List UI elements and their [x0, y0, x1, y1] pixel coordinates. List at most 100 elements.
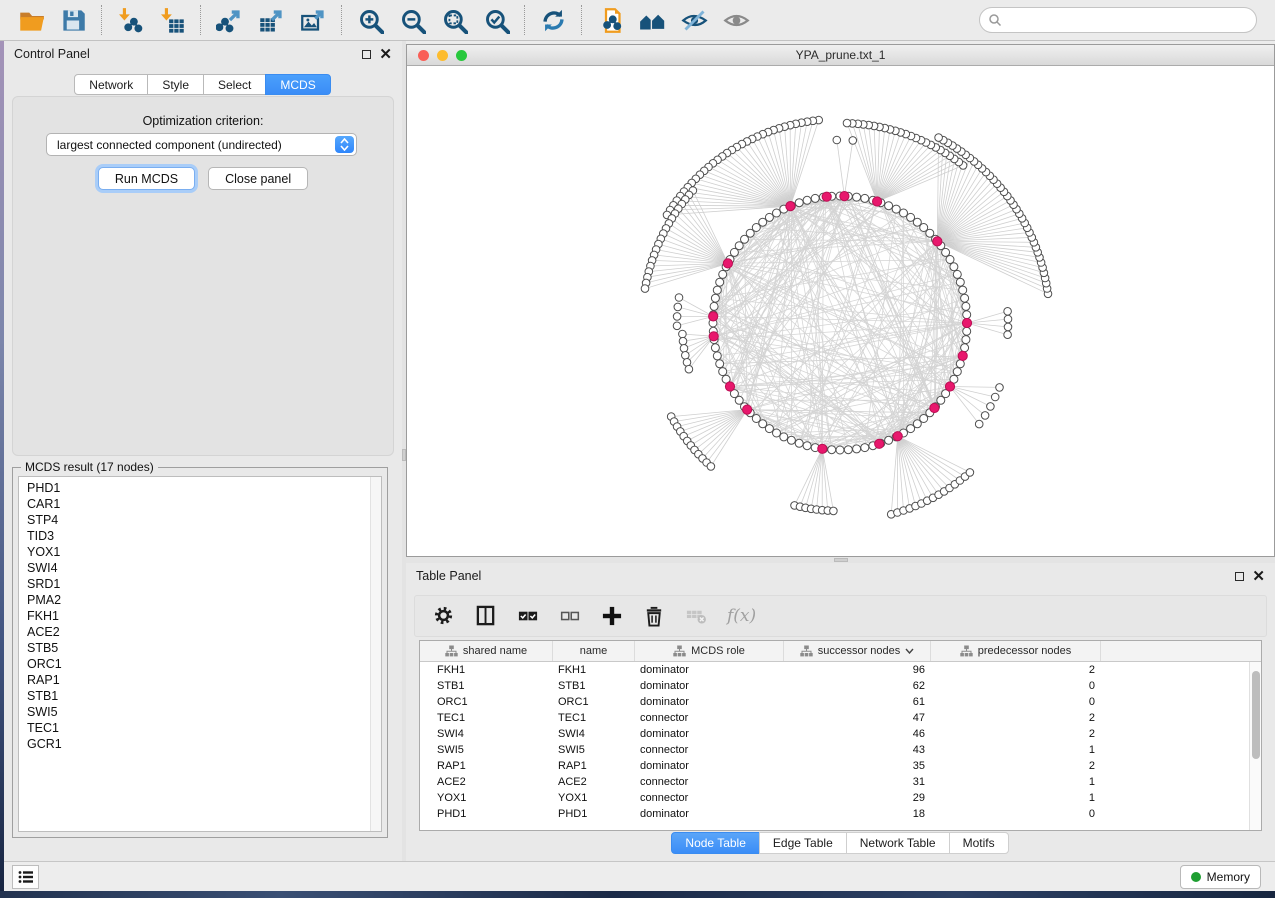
- table-scrollbar-thumb[interactable]: [1252, 671, 1260, 759]
- mcds-node-item[interactable]: GCR1: [19, 736, 381, 752]
- delete-table-icon: [685, 605, 707, 627]
- mcds-node-item[interactable]: YOX1: [19, 544, 381, 560]
- close-panel-button[interactable]: Close panel: [208, 167, 308, 190]
- column-label: successor nodes: [818, 645, 901, 657]
- table-row[interactable]: STB1STB1dominator620: [420, 678, 1261, 694]
- export-image-button[interactable]: [292, 2, 334, 38]
- table-row[interactable]: SWI4SWI4dominator462: [420, 726, 1261, 742]
- run-mcds-button[interactable]: Run MCDS: [98, 167, 195, 190]
- show-columns-icon: [475, 605, 497, 627]
- float-panel-icon[interactable]: [362, 50, 371, 59]
- mcds-node-item[interactable]: STP4: [19, 512, 381, 528]
- network-window-titlebar[interactable]: YPA_prune.txt_1: [407, 45, 1274, 66]
- criterion-select[interactable]: largest connected component (undirected): [46, 133, 357, 156]
- show-all-icon: [723, 7, 750, 34]
- column-header-successor-nodes[interactable]: successor nodes: [784, 641, 931, 661]
- share-document-button[interactable]: [589, 2, 631, 38]
- tab-node-table[interactable]: Node Table: [671, 832, 760, 854]
- task-history-button[interactable]: [12, 865, 39, 889]
- mcds-node-item[interactable]: RAP1: [19, 672, 381, 688]
- mcds-node-item[interactable]: SRD1: [19, 576, 381, 592]
- show-all-button[interactable]: [715, 2, 757, 38]
- table-row[interactable]: ORC1ORC1dominator610: [420, 694, 1261, 710]
- import-table-button[interactable]: [151, 2, 193, 38]
- horizontal-splitter-handle[interactable]: [834, 558, 848, 562]
- column-header-shared-name[interactable]: shared name: [420, 641, 553, 661]
- cell-successor-nodes: 31: [784, 776, 931, 788]
- deselect-all-button[interactable]: [559, 601, 581, 631]
- application-window: Control Panel ✕ NetworkStyleSelectMCDS O…: [0, 0, 1275, 898]
- mcds-node-item[interactable]: FKH1: [19, 608, 381, 624]
- column-header-MCDS-role[interactable]: MCDS role: [635, 641, 784, 661]
- mcds-node-item[interactable]: STB5: [19, 640, 381, 656]
- close-window-icon[interactable]: [418, 50, 429, 61]
- mcds-node-item[interactable]: ORC1: [19, 656, 381, 672]
- close-panel-icon[interactable]: ✕: [379, 47, 392, 62]
- close-table-panel-icon[interactable]: ✕: [1252, 569, 1265, 584]
- float-table-panel-icon[interactable]: [1235, 572, 1244, 581]
- import-network-button[interactable]: [109, 2, 151, 38]
- mcds-list-scrollbar[interactable]: [370, 477, 381, 831]
- toolbar-separator: [524, 5, 525, 35]
- save-session-button[interactable]: [52, 2, 94, 38]
- mcds-node-item[interactable]: TEC1: [19, 720, 381, 736]
- desktop-wallpaper-bottom: [0, 891, 1275, 898]
- cell-name: SWI5: [553, 744, 635, 756]
- zoom-in-button[interactable]: [349, 2, 391, 38]
- show-columns-button[interactable]: [475, 601, 497, 631]
- table-row[interactable]: FKH1FKH1dominator962: [420, 662, 1261, 678]
- table-row[interactable]: SWI5SWI5connector431: [420, 742, 1261, 758]
- search-input[interactable]: [1002, 10, 1256, 30]
- cell-shared-name: TEC1: [420, 712, 553, 724]
- table-row[interactable]: YOX1YOX1connector291: [420, 790, 1261, 806]
- table-row[interactable]: PHD1PHD1dominator180: [420, 806, 1261, 822]
- zoom-out-button[interactable]: [391, 2, 433, 38]
- zoom-selected-button[interactable]: [475, 2, 517, 38]
- column-header-predecessor-nodes[interactable]: predecessor nodes: [931, 641, 1101, 661]
- tab-motifs[interactable]: Motifs: [949, 832, 1009, 854]
- export-table-button[interactable]: [250, 2, 292, 38]
- tab-network[interactable]: Network: [74, 74, 148, 95]
- mcds-node-item[interactable]: ACE2: [19, 624, 381, 640]
- mcds-node-item[interactable]: PHD1: [19, 480, 381, 496]
- table-scrollbar[interactable]: [1249, 662, 1261, 830]
- search-box[interactable]: [979, 7, 1257, 33]
- tab-network-table[interactable]: Network Table: [846, 832, 950, 854]
- node-table[interactable]: shared namename MCDS role successor node…: [419, 640, 1262, 831]
- column-header-name[interactable]: name: [553, 641, 635, 661]
- first-neighbors-button[interactable]: [631, 2, 673, 38]
- mcds-node-item[interactable]: SWI4: [19, 560, 381, 576]
- table-row[interactable]: ACE2ACE2connector311: [420, 774, 1261, 790]
- hide-selected-button[interactable]: [673, 2, 715, 38]
- tab-select[interactable]: Select: [203, 74, 266, 95]
- zoom-out-icon: [399, 7, 426, 34]
- mcds-node-item[interactable]: CAR1: [19, 496, 381, 512]
- mcds-node-item[interactable]: PMA2: [19, 592, 381, 608]
- select-all-button[interactable]: [517, 601, 539, 631]
- maximize-window-icon[interactable]: [456, 50, 467, 61]
- export-network-button[interactable]: [208, 2, 250, 38]
- tab-mcds[interactable]: MCDS: [265, 74, 330, 95]
- mcds-node-item[interactable]: SWI5: [19, 704, 381, 720]
- network-canvas[interactable]: [407, 66, 1274, 556]
- open-file-button[interactable]: [10, 2, 52, 38]
- mcds-result-list[interactable]: PHD1CAR1STP4TID3YOX1SWI4SRD1PMA2FKH1ACE2…: [18, 476, 382, 832]
- memory-button[interactable]: Memory: [1180, 865, 1261, 889]
- network-graph[interactable]: [407, 66, 1274, 556]
- tab-style[interactable]: Style: [147, 74, 204, 95]
- cell-successor-nodes: 62: [784, 680, 931, 692]
- settings-button[interactable]: [433, 601, 455, 631]
- mcds-result-title: MCDS result (17 nodes): [21, 460, 158, 474]
- zoom-fit-button[interactable]: [433, 2, 475, 38]
- delete-entry-button[interactable]: [643, 601, 665, 631]
- add-entry-icon: [601, 605, 623, 627]
- mcds-node-item[interactable]: TID3: [19, 528, 381, 544]
- table-row[interactable]: TEC1TEC1connector472: [420, 710, 1261, 726]
- mcds-node-item[interactable]: STB1: [19, 688, 381, 704]
- add-entry-button[interactable]: [601, 601, 623, 631]
- minimize-window-icon[interactable]: [437, 50, 448, 61]
- tab-edge-table[interactable]: Edge Table: [759, 832, 847, 854]
- table-row[interactable]: RAP1RAP1dominator352: [420, 758, 1261, 774]
- refresh-layout-button[interactable]: [532, 2, 574, 38]
- attribute-type-icon: [800, 645, 813, 657]
